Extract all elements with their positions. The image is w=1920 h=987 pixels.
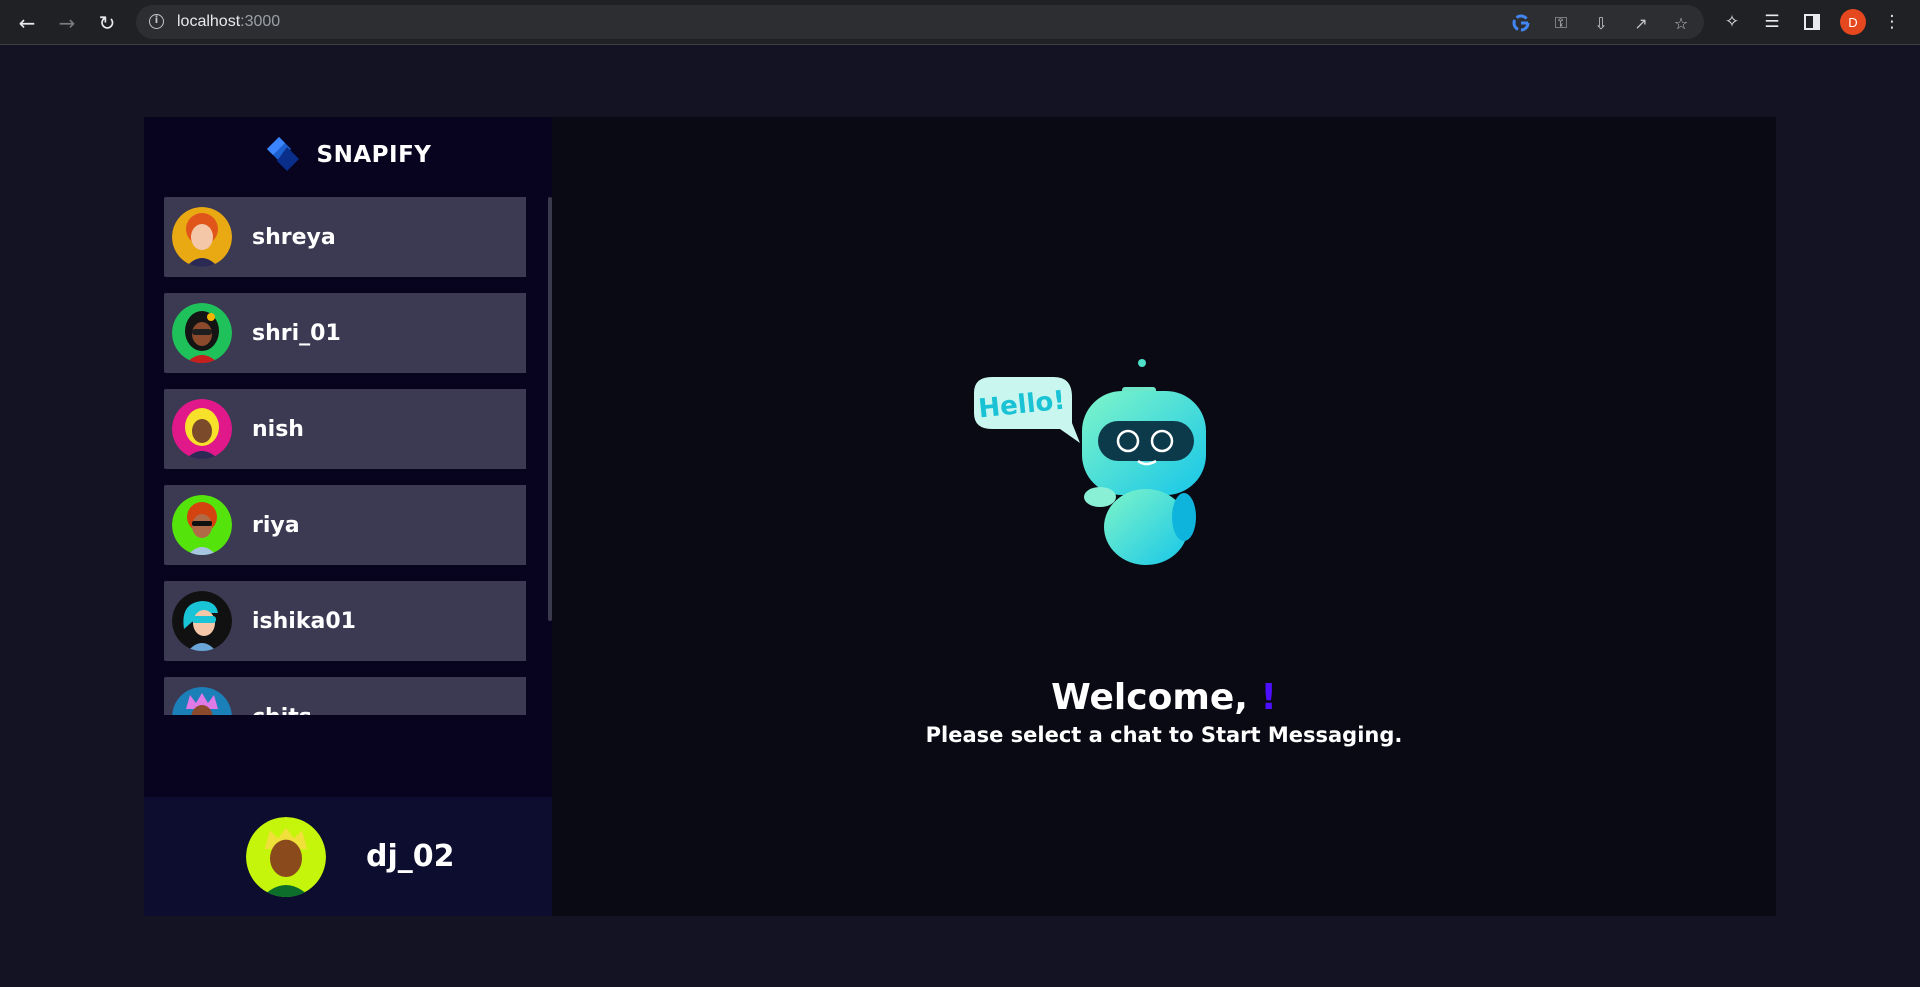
extensions-icon[interactable]: ✧ bbox=[1720, 10, 1744, 34]
side-panel-icon[interactable] bbox=[1800, 10, 1824, 34]
bookmark-star-icon[interactable]: ☆ bbox=[1670, 12, 1692, 34]
welcome-subtitle: Please select a chat to Start Messaging. bbox=[925, 723, 1403, 747]
robot-illustration: Hello! bbox=[974, 359, 1206, 565]
profile-avatar[interactable]: D bbox=[1840, 9, 1866, 35]
avatar bbox=[172, 495, 232, 555]
brand-header: SNAPIFY bbox=[144, 117, 552, 193]
reload-icon[interactable]: ↻ bbox=[94, 10, 120, 36]
avatar bbox=[172, 399, 232, 459]
brand-name: SNAPIFY bbox=[316, 142, 432, 168]
contact-item-riya[interactable]: riya bbox=[164, 485, 526, 565]
back-icon[interactable]: ← bbox=[14, 10, 40, 36]
contact-item-chits[interactable]: chits bbox=[164, 677, 526, 715]
media-queue-icon[interactable]: ☰ bbox=[1760, 10, 1784, 34]
contact-item-shreya[interactable]: shreya bbox=[164, 197, 526, 277]
key-icon[interactable]: ⚿ bbox=[1550, 12, 1572, 34]
current-user-panel: dj_02 bbox=[144, 797, 552, 916]
avatar bbox=[172, 207, 232, 267]
avatar bbox=[172, 303, 232, 363]
site-info-icon[interactable]: i bbox=[149, 14, 164, 29]
address-bar[interactable]: i localhost:3000 ⚿ ⇩ ↗ ☆ bbox=[136, 5, 1704, 39]
avatar bbox=[172, 687, 232, 715]
welcome-panel: Hello! Welcome, ! Please select a chat t… bbox=[552, 117, 1776, 916]
forward-icon[interactable]: → bbox=[54, 10, 80, 36]
browser-toolbar: ← → ↻ i localhost:3000 ⚿ ⇩ ↗ ☆ ✧ ☰ D ⋮ bbox=[0, 0, 1920, 45]
contact-item-ishika01[interactable]: ishika01 bbox=[164, 581, 526, 661]
install-icon[interactable]: ⇩ bbox=[1590, 12, 1612, 34]
contact-item-nish[interactable]: nish bbox=[164, 389, 526, 469]
chat-app: SNAPIFY shreya shri_01 nish riya ishika0… bbox=[144, 117, 1776, 916]
contact-item-shri_01[interactable]: shri_01 bbox=[164, 293, 526, 373]
url-text[interactable]: localhost:3000 bbox=[177, 13, 280, 31]
contact-list[interactable]: shreya shri_01 nish riya ishika01 bbox=[164, 197, 526, 715]
welcome-heading: Welcome, ! bbox=[1051, 677, 1277, 718]
avatar bbox=[172, 591, 232, 651]
current-user-name: dj_02 bbox=[366, 839, 455, 874]
sidebar: SNAPIFY shreya shri_01 nish riya ishika0… bbox=[144, 117, 552, 916]
share-icon[interactable]: ↗ bbox=[1630, 12, 1652, 34]
current-user-avatar bbox=[246, 816, 326, 897]
kebab-menu-icon[interactable]: ⋮ bbox=[1880, 10, 1904, 34]
snapify-logo-icon bbox=[266, 137, 299, 171]
google-icon[interactable] bbox=[1510, 12, 1532, 34]
